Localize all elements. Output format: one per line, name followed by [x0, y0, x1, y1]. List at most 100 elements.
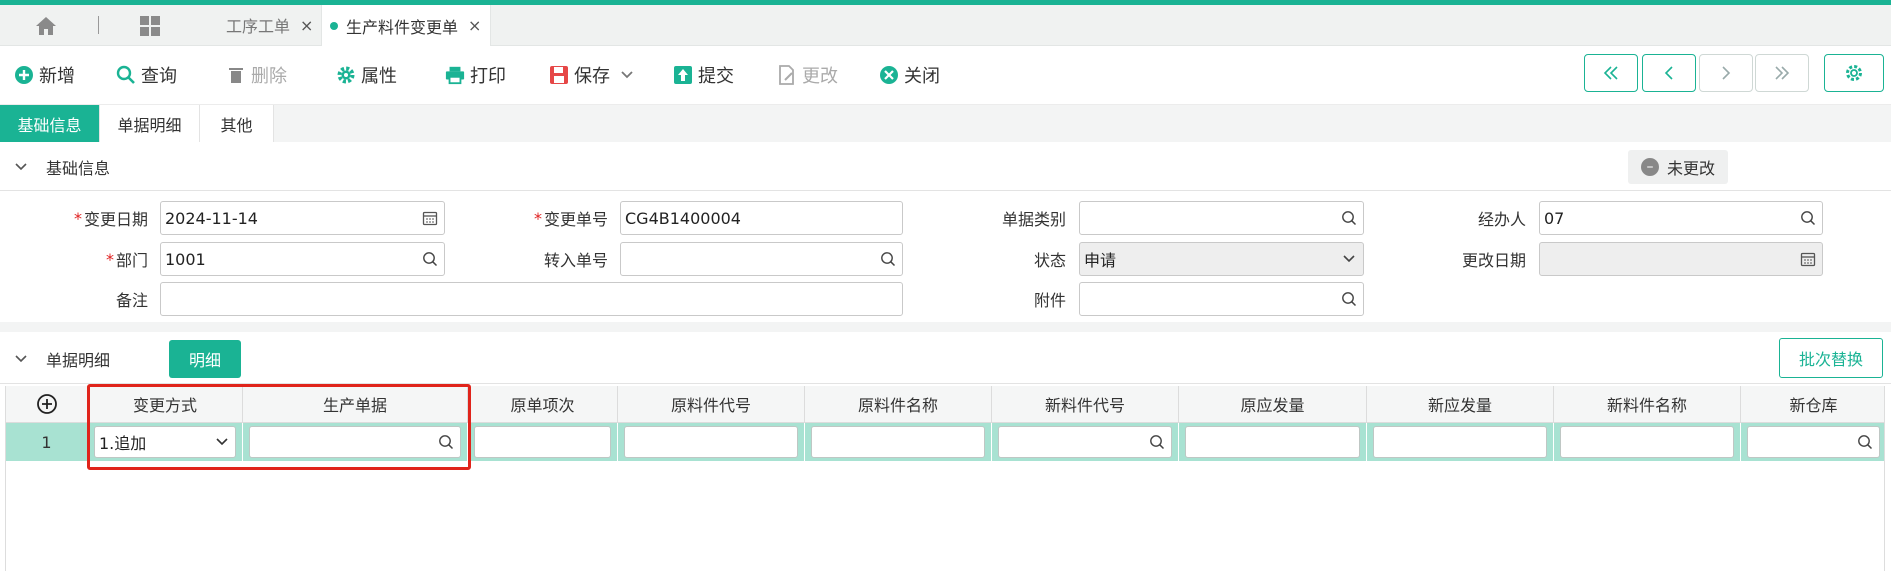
- tab-work-order[interactable]: 工序工单 ×: [200, 5, 320, 45]
- field-value: 07: [1544, 208, 1565, 228]
- tab-basic-info[interactable]: 基础信息: [0, 105, 100, 142]
- search-icon[interactable]: [1341, 291, 1357, 307]
- transfer-no-field[interactable]: [620, 242, 903, 276]
- submit-button[interactable]: 提交: [673, 61, 734, 89]
- dept-label: * 部门: [40, 242, 148, 276]
- col-header[interactable]: 新料件名称: [1554, 386, 1741, 422]
- delete-button[interactable]: 删除: [226, 61, 287, 89]
- calendar-icon[interactable]: [422, 210, 438, 226]
- doc-detail-header[interactable]: 单据明细: [14, 346, 110, 372]
- chevron-down-icon[interactable]: [14, 352, 28, 366]
- col-header[interactable]: 原料件名称: [805, 386, 992, 422]
- next-record-button[interactable]: [1699, 54, 1753, 92]
- settings-button[interactable]: [1824, 54, 1884, 92]
- state-label: 状态: [1033, 251, 1066, 270]
- col-header[interactable]: 原应发量: [1179, 386, 1367, 422]
- col-header[interactable]: 原单项次: [468, 386, 618, 422]
- chevron-down-icon[interactable]: [14, 160, 28, 174]
- basic-info-header[interactable]: 基础信息: [14, 154, 110, 180]
- col-header[interactable]: 原料件代号: [618, 386, 805, 422]
- cell: [805, 423, 992, 461]
- add-label: 新增: [39, 66, 75, 87]
- handler-label: 经办人: [1477, 210, 1526, 229]
- properties-button[interactable]: 属性: [336, 61, 397, 89]
- tab-label: 生产料件变更单: [346, 17, 459, 37]
- new-part-name-input[interactable]: [1560, 426, 1734, 458]
- prev-record-button[interactable]: [1642, 54, 1696, 92]
- search-icon[interactable]: [880, 251, 896, 267]
- required-mark: *: [105, 249, 114, 269]
- modify-date-label: 更改日期: [1461, 251, 1526, 270]
- search-icon[interactable]: [422, 251, 438, 267]
- query-button[interactable]: 查询: [116, 61, 177, 89]
- cell: [618, 423, 805, 461]
- dept-field[interactable]: 1001: [160, 242, 445, 276]
- cell: [992, 423, 1179, 461]
- orig-part-name-input[interactable]: [811, 426, 985, 458]
- close-icon[interactable]: ×: [468, 16, 481, 35]
- print-button[interactable]: 打印: [445, 61, 506, 89]
- orig-item-input[interactable]: [474, 426, 611, 458]
- attach-field[interactable]: [1079, 282, 1364, 316]
- chevron-down-icon[interactable]: [1341, 251, 1357, 267]
- new-part-code-input[interactable]: [998, 426, 1172, 458]
- new-warehouse-input[interactable]: [1747, 426, 1880, 458]
- state-select[interactable]: 申请: [1079, 242, 1364, 276]
- floppy-save-icon: [549, 65, 569, 85]
- gear-icon: [336, 65, 356, 85]
- batch-replace-button[interactable]: 批次替换: [1779, 338, 1883, 378]
- col-header[interactable]: 新应发量: [1367, 386, 1554, 422]
- search-icon[interactable]: [1857, 434, 1873, 450]
- tab-material-change[interactable]: 生产料件变更单 ×: [321, 5, 491, 46]
- cell: [1741, 423, 1884, 461]
- search-icon[interactable]: [1341, 210, 1357, 226]
- doc-type-field[interactable]: [1079, 201, 1364, 235]
- label-text: 部门: [115, 251, 148, 270]
- gear-icon: [1846, 65, 1862, 81]
- col-header[interactable]: 新仓库: [1741, 386, 1884, 422]
- change-no-field[interactable]: CG4B1400004: [620, 201, 903, 235]
- submit-label: 提交: [698, 66, 734, 87]
- calendar-icon[interactable]: [1800, 251, 1816, 267]
- orig-qty-input[interactable]: [1185, 426, 1360, 458]
- modify-date-field[interactable]: [1539, 242, 1823, 276]
- close-label: 关闭: [904, 66, 940, 87]
- delete-label: 删除: [251, 66, 287, 87]
- col-header[interactable]: 新料件代号: [992, 386, 1179, 422]
- plus-circle-icon: [36, 394, 57, 414]
- print-label: 打印: [470, 66, 506, 87]
- orig-part-code-input[interactable]: [624, 426, 798, 458]
- required-mark: *: [533, 208, 542, 228]
- required-mark: *: [73, 208, 82, 228]
- detail-button[interactable]: 明细: [169, 340, 241, 378]
- change-button[interactable]: 更改: [777, 61, 838, 89]
- save-button[interactable]: 保存: [549, 61, 634, 89]
- close-icon[interactable]: ×: [300, 16, 313, 35]
- home-icon[interactable]: [28, 13, 64, 39]
- new-qty-input[interactable]: [1373, 426, 1547, 458]
- add-row-button[interactable]: [6, 386, 88, 422]
- trash-icon: [226, 65, 246, 85]
- section-title: 基础信息: [46, 159, 111, 178]
- last-record-button[interactable]: [1755, 54, 1809, 92]
- change-date-field[interactable]: 2024-11-14: [160, 201, 445, 235]
- tab-other[interactable]: 其他: [200, 105, 274, 142]
- active-dot-icon: [330, 21, 338, 30]
- tab-doc-detail[interactable]: 单据明细: [100, 105, 200, 142]
- tab-divider: [98, 16, 99, 34]
- remark-field[interactable]: [160, 282, 903, 316]
- section-title: 单据明细: [46, 351, 111, 370]
- search-icon[interactable]: [1149, 434, 1165, 450]
- search-icon[interactable]: [1800, 210, 1816, 226]
- search-icon: [116, 65, 136, 85]
- cell: [1179, 423, 1367, 461]
- handler-field[interactable]: 07: [1539, 201, 1823, 235]
- first-record-button[interactable]: [1584, 54, 1638, 92]
- close-button[interactable]: 关闭: [879, 61, 940, 89]
- chevron-down-icon[interactable]: [620, 70, 634, 80]
- status-text: 未更改: [1666, 159, 1715, 178]
- apps-grid-icon[interactable]: [136, 13, 164, 39]
- field-value: 申请: [1084, 251, 1117, 270]
- upload-icon: [673, 65, 693, 85]
- add-button[interactable]: 新增: [14, 61, 75, 89]
